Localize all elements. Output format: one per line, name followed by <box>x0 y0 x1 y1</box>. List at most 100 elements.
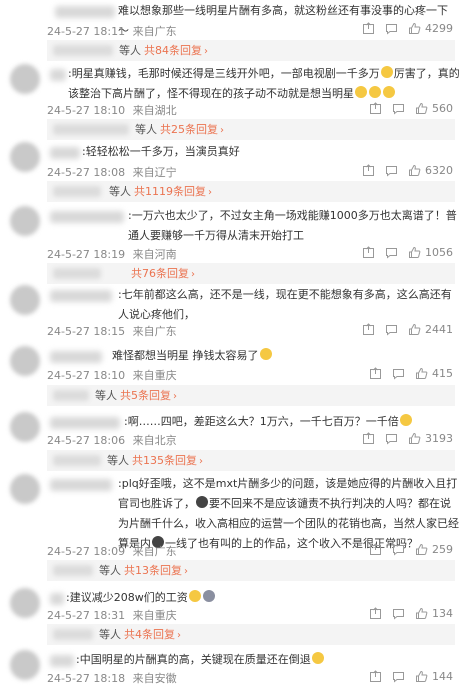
reply-count: 共76条回复 <box>131 267 189 280</box>
like-button[interactable]: 2441 <box>408 323 453 336</box>
comment-icon[interactable] <box>385 164 398 177</box>
comment-text: :一万六也太少了，不过女主角一场戏能赚1000多万也太离谱了！普通人要赚够一千万… <box>128 206 460 246</box>
emoji-icon <box>311 652 324 664</box>
comment-item: :一万六也太少了，不过女主角一场戏能赚1000多万也太离谱了！普通人要赚够一千万… <box>0 206 465 284</box>
avatar[interactable] <box>10 142 40 172</box>
share-icon[interactable] <box>369 367 382 380</box>
username-blurred[interactable] <box>50 69 66 81</box>
comment-date: 24-5-27 18:11 <box>47 25 126 38</box>
like-count: 415 <box>432 367 453 380</box>
avatar[interactable] <box>10 285 40 315</box>
share-icon[interactable] <box>369 607 382 620</box>
username-blurred[interactable] <box>50 351 102 363</box>
avatar[interactable] <box>10 206 40 236</box>
comment-icon[interactable] <box>392 367 405 380</box>
reply-count-link[interactable]: 共13条回复 › <box>124 560 188 582</box>
reply-count: 共13条回复 <box>124 564 182 577</box>
replies-bar[interactable]: 等人 共5条回复 › <box>47 385 455 406</box>
avatar[interactable] <box>10 64 40 94</box>
chevron-right-icon: › <box>204 46 208 57</box>
reply-count-link[interactable]: 共25条回复 › <box>160 119 224 141</box>
username-blurred[interactable] <box>50 417 120 429</box>
replies-bar[interactable]: 等人 共1119条回复 › <box>47 181 455 202</box>
reply-count-link[interactable]: 共135条回复 › <box>132 450 203 472</box>
share-icon[interactable] <box>362 164 375 177</box>
avatar[interactable] <box>10 346 40 376</box>
like-button[interactable]: 3193 <box>408 432 453 445</box>
comment-icon[interactable] <box>385 22 398 35</box>
comment-icon[interactable] <box>392 102 405 115</box>
comment-icon[interactable] <box>385 432 398 445</box>
like-button[interactable]: 4299 <box>408 22 453 35</box>
reply-count-link[interactable]: 共4条回复 › <box>124 624 181 646</box>
reply-count-link[interactable]: 共84条回复 › <box>144 40 208 62</box>
comment-icon[interactable] <box>385 323 398 336</box>
reply-count-link[interactable]: 共1119条回复 › <box>134 181 212 203</box>
avatar[interactable] <box>10 412 40 442</box>
share-icon[interactable] <box>362 246 375 259</box>
comment-text-content: :啊……四吧，差距这么大？1万六，一千七百万？一千倍 <box>124 415 399 428</box>
avatar[interactable] <box>10 650 40 680</box>
thumbs-up-icon <box>409 323 421 335</box>
comment-text-content: :一万六也太少了，不过女主角一场戏能赚1000多万也太离谱了！普通人要赚够一千万… <box>128 209 457 242</box>
username-blurred[interactable] <box>50 479 112 491</box>
replies-bar[interactable]: 等人 共4条回复 › <box>47 624 455 645</box>
comment-icon[interactable] <box>392 607 405 620</box>
comment-item: :啊……四吧，差距这么大？1万六，一千七百万？一千倍 24-5-27 18:06… <box>0 412 465 471</box>
comment-meta: 24-5-27 18:15 来自广东 <box>47 323 181 339</box>
reply-prefix: 等人 <box>95 389 117 402</box>
like-button[interactable]: 415 <box>415 367 453 380</box>
share-icon[interactable] <box>369 543 382 556</box>
comment-meta: 24-5-27 18:08 来自辽宁 <box>47 164 181 180</box>
comment-text: :七年前都这么高，还不是一线，现在更不能想象有多高，这么高还有人说心疼他们， <box>118 285 460 325</box>
reply-count-link[interactable]: 共5条回复 › <box>120 385 177 407</box>
share-icon[interactable] <box>362 22 375 35</box>
reply-count-link[interactable]: 共76条回复 › <box>131 263 195 285</box>
comment-icon[interactable] <box>392 543 405 556</box>
chevron-right-icon: › <box>191 269 195 280</box>
like-button[interactable]: 134 <box>415 607 453 620</box>
username-blurred[interactable] <box>55 6 115 18</box>
avatar[interactable] <box>10 588 40 618</box>
thumbs-up-icon <box>409 246 421 258</box>
avatar[interactable] <box>10 474 40 504</box>
replies-bar[interactable]: 等人 共13条回复 › <box>47 560 455 581</box>
replies-bar[interactable]: 等人 共135条回复 › <box>47 450 455 471</box>
comment-list: 难以想象那些一线明星片酬有多高，就这粉丝还有事没事的心疼一下～ 24-5-27 … <box>0 0 465 690</box>
replies-bar[interactable]: 共76条回复 › <box>47 263 455 284</box>
reply-prefix: 等人 <box>109 185 131 198</box>
share-icon[interactable] <box>369 102 382 115</box>
reply-count: 共135条回复 <box>132 454 197 467</box>
replies-bar[interactable]: 等人 共84条回复 › <box>47 40 455 61</box>
reply-users-blurred <box>53 390 89 401</box>
username-blurred[interactable] <box>50 290 112 302</box>
username-blurred[interactable] <box>50 147 80 159</box>
username-blurred[interactable] <box>50 655 74 667</box>
like-button[interactable]: 6320 <box>408 164 453 177</box>
comment-date: 24-5-27 18:19 <box>47 248 126 261</box>
like-count: 144 <box>432 670 453 683</box>
emoji-icon <box>259 348 272 360</box>
comment-location: 来自广东 <box>132 325 177 338</box>
reply-prefix: 等人 <box>107 454 129 467</box>
comment-icon[interactable] <box>392 670 405 683</box>
comment-text-content: :明星真赚钱，毛那时候还得是三线开外吧，一部电视剧一千多万 <box>68 67 380 80</box>
comment-text-content: :七年前都这么高，还不是一线，现在更不能想象有多高，这么高还有人说心疼他们， <box>118 288 452 321</box>
like-button[interactable]: 144 <box>415 670 453 683</box>
emoji-icon <box>202 590 215 602</box>
share-icon[interactable] <box>362 323 375 336</box>
share-icon[interactable] <box>362 432 375 445</box>
like-button[interactable]: 259 <box>415 543 453 556</box>
chevron-right-icon: › <box>177 630 181 641</box>
reply-prefix: 等人 <box>99 564 121 577</box>
share-icon[interactable] <box>369 670 382 683</box>
username-blurred[interactable] <box>50 593 64 605</box>
replies-bar[interactable]: 等人 共25条回复 › <box>47 119 455 140</box>
like-count: 6320 <box>425 164 453 177</box>
like-button[interactable]: 560 <box>415 102 453 115</box>
comment-meta: 24-5-27 18:31 来自重庆 <box>47 607 181 623</box>
comment-icon[interactable] <box>385 246 398 259</box>
comment-location: 来自广东 <box>132 25 177 38</box>
username-blurred[interactable] <box>50 211 124 223</box>
like-button[interactable]: 1056 <box>408 246 453 259</box>
